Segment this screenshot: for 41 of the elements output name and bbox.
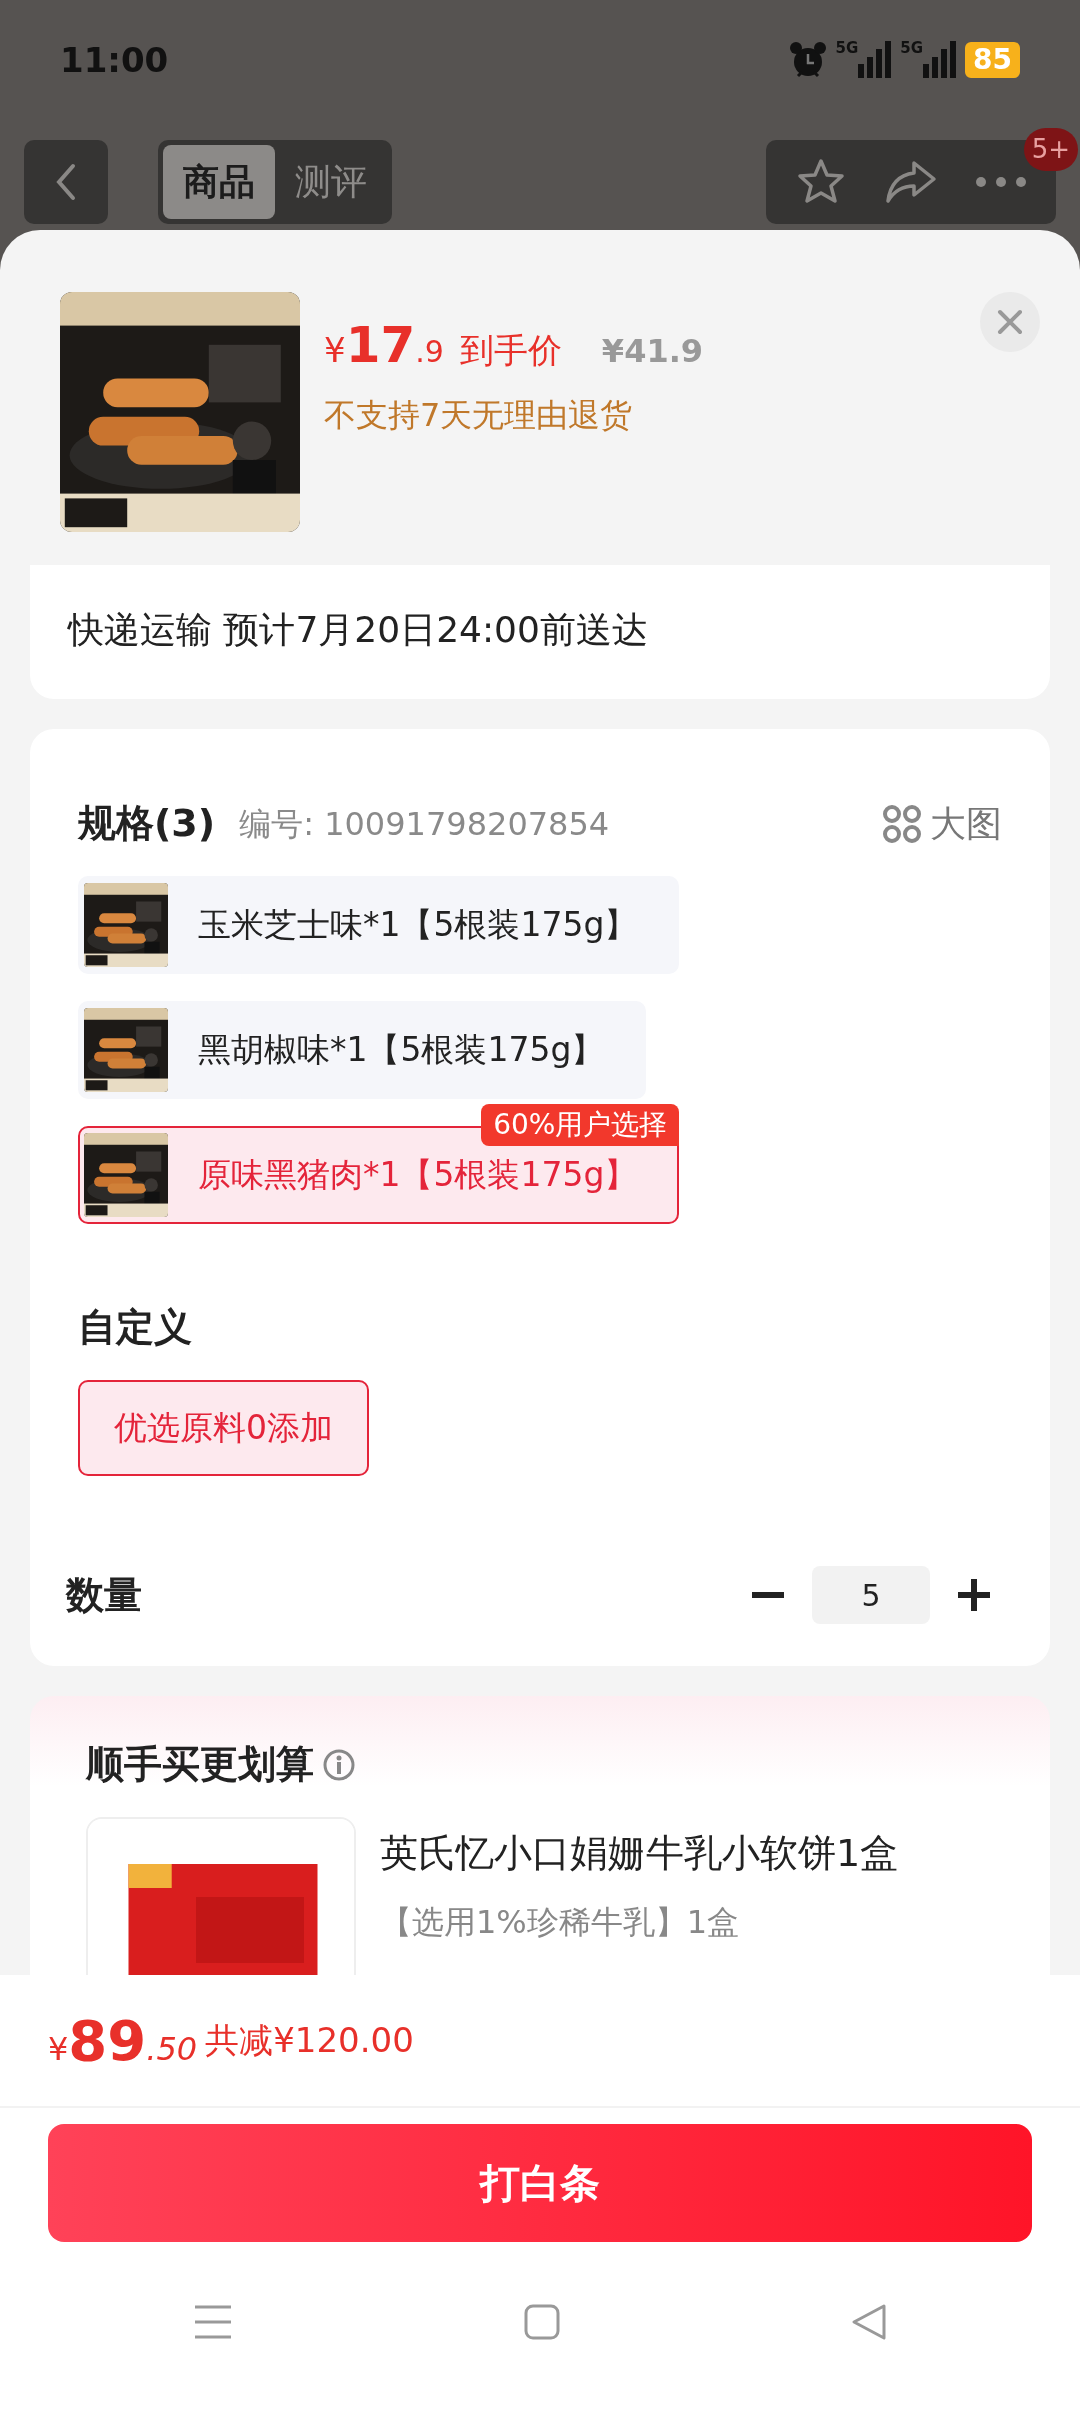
bundle-item-description: 【选用1%珍稀牛乳】1盒 xyxy=(380,1902,741,1943)
minus-icon xyxy=(752,1592,784,1598)
network-type: 5G xyxy=(835,40,859,56)
popularity-tag: 60%用户选择 xyxy=(481,1104,680,1146)
pay-button[interactable]: 打白条 xyxy=(48,2124,1032,2242)
total-price: ¥89.50 xyxy=(48,2006,198,2075)
spec-option[interactable]: 黑胡椒味*1【5根装175g】 xyxy=(78,1001,647,1099)
bundle-title: 顺手买更划算 xyxy=(86,1741,314,1788)
network-type: 5G xyxy=(900,40,924,56)
more-icon xyxy=(974,175,1028,189)
tab[interactable]: 测评 xyxy=(275,145,387,219)
notification-badge: 5+ xyxy=(1023,128,1078,171)
custom-title: 自定义 xyxy=(78,1304,193,1351)
back-button[interactable] xyxy=(24,140,108,224)
tab[interactable]: 商品 xyxy=(163,145,275,219)
spec-title: 规格(3) xyxy=(78,800,216,847)
view-large-link[interactable]: 大图 xyxy=(930,796,1002,851)
bundle-item-name: 英氏忆小口娟姗牛乳小软饼1盒 xyxy=(380,1830,899,1877)
plus-icon xyxy=(958,1579,990,1611)
close-icon xyxy=(997,309,1023,335)
home-icon[interactable] xyxy=(524,2304,560,2340)
sku-number: 编号: 10091798207854 xyxy=(239,803,610,845)
original-price: ¥41.9 xyxy=(601,331,704,372)
return-policy-note: 不支持7天无理由退货 xyxy=(324,395,634,436)
status-time: 11:00 xyxy=(60,38,169,82)
battery-level: 85 xyxy=(965,42,1020,78)
grid-icon xyxy=(882,803,922,844)
back-icon[interactable] xyxy=(850,2303,887,2341)
custom-option[interactable]: 优选原料0添加 xyxy=(78,1380,369,1476)
quantity-label: 数量 xyxy=(66,1571,142,1619)
price-text: ¥17.9 xyxy=(324,315,444,376)
discount-total: 共减¥120.00 xyxy=(205,2019,414,2062)
alarm-icon xyxy=(787,40,828,80)
quantity-field[interactable]: 5 xyxy=(812,1566,930,1624)
menu-icon[interactable] xyxy=(193,2304,234,2340)
signal-icon xyxy=(858,40,893,80)
spec-option[interactable]: 玉米芝士味*1【5根装175g】 xyxy=(78,876,680,974)
info-icon xyxy=(322,1747,356,1782)
price-label: 到手价 xyxy=(459,329,562,372)
delivery-info: 快递运输 预计7月20日24:00前送达 xyxy=(68,608,649,652)
signal-icon xyxy=(923,40,958,80)
